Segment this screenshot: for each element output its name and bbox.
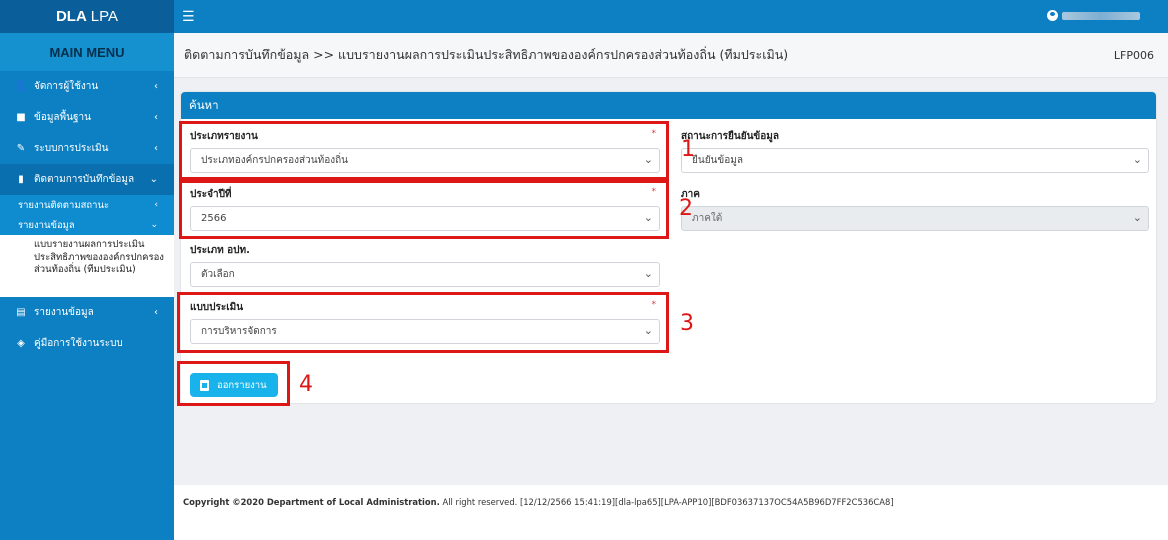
hamburger-icon[interactable]: ☰ bbox=[182, 9, 195, 25]
sidebar: DLA LPA MAIN MENU 👤 จัดการผู้ใช้งาน ‹ ■ … bbox=[0, 0, 174, 540]
sidebar-item-label: ข้อมูลพื้นฐาน bbox=[34, 112, 91, 123]
chevron-left-icon: ‹ bbox=[154, 112, 158, 123]
lao-type-value: ตัวเลือก bbox=[201, 269, 235, 280]
annotation-box-1 bbox=[179, 121, 669, 180]
headset-icon: ◈ bbox=[17, 338, 25, 349]
sidebar-nav: 👤 จัดการผู้ใช้งาน ‹ ■ ข้อมูลพื้นฐาน ‹ ✎ … bbox=[0, 71, 174, 195]
page-code: LFP006 bbox=[1113, 48, 1154, 62]
chevron-left-icon: ‹ bbox=[154, 143, 158, 154]
main-menu-title: MAIN MENU bbox=[0, 33, 174, 71]
search-card-title: ค้นหา bbox=[181, 92, 1156, 119]
sidebar-item-assessment-system[interactable]: ✎ ระบบการประเมิน ‹ bbox=[0, 133, 174, 164]
sidebar-item-manual[interactable]: ◈ คู่มือการใช้งานระบบ bbox=[0, 328, 174, 359]
chevron-down-icon: ⌄ bbox=[1132, 153, 1142, 166]
sidebar-subitem-label: รายงานติดตามสถานะ bbox=[18, 199, 110, 211]
chevron-down-icon: ⌄ bbox=[150, 220, 158, 230]
sidebar-item-data-report[interactable]: ▤ รายงานข้อมูล ‹ bbox=[0, 297, 174, 328]
annotation-number-1: 1 bbox=[681, 137, 695, 162]
lao-type-field: ประเภท อปท. ตัวเลือก ⌄ bbox=[190, 243, 660, 287]
footer: Copyright ©2020 Department of Local Admi… bbox=[174, 485, 1168, 540]
region-value: ภาคใต้ bbox=[692, 213, 723, 224]
brand-bold: DLA bbox=[55, 8, 87, 25]
sidebar-item-label: รายงานข้อมูล bbox=[34, 307, 94, 318]
annotation-box-3 bbox=[177, 292, 669, 353]
sidebar-subitem-label: รายงานข้อมูล bbox=[18, 219, 75, 231]
footer-details: All right reserved. [12/12/2566 15:41:19… bbox=[439, 497, 894, 507]
annotation-box-2 bbox=[179, 180, 669, 239]
region-label: ภาค bbox=[681, 189, 700, 200]
sidebar-item-user-management[interactable]: 👤 จัดการผู้ใช้งาน ‹ bbox=[0, 71, 174, 102]
page-header: ติดตามการบันทึกข้อมูล >> แบบรายงานผลการป… bbox=[174, 33, 1168, 78]
region-select: ภาคใต้ ⌄ bbox=[681, 206, 1149, 231]
confirm-status-label: สถานะการยืนยันข้อมูล bbox=[681, 131, 779, 142]
annotation-number-3: 3 bbox=[680, 311, 694, 336]
lao-type-label: ประเภท อปท. bbox=[190, 245, 250, 256]
chevron-left-icon: ‹ bbox=[154, 200, 158, 210]
sidebar-nav-bottom: ▤ รายงานข้อมูล ‹ ◈ คู่มือการใช้งานระบบ bbox=[0, 297, 174, 359]
user-circle-icon bbox=[1047, 10, 1058, 21]
confirm-status-value: ยืนยันข้อมูล bbox=[692, 155, 743, 166]
sidebar-item-basic-data[interactable]: ■ ข้อมูลพื้นฐาน ‹ bbox=[0, 102, 174, 133]
sidebar-submenu: รายงานติดตามสถานะ ‹ รายงานข้อมูล ⌄ แบบรา… bbox=[0, 195, 174, 297]
region-field: ภาค ภาคใต้ ⌄ bbox=[681, 187, 1149, 231]
sidebar-subitem-data-report[interactable]: รายงานข้อมูล ⌄ bbox=[0, 215, 174, 235]
breadcrumb: ติดตามการบันทึกข้อมูล >> แบบรายงานผลการป… bbox=[184, 47, 789, 62]
user-name-redacted bbox=[1062, 11, 1140, 20]
chevron-down-icon: ⌄ bbox=[149, 174, 158, 185]
chevron-left-icon: ‹ bbox=[154, 81, 158, 92]
annotation-number-2: 2 bbox=[679, 196, 693, 221]
sidebar-subitem-status-report[interactable]: รายงานติดตามสถานะ ‹ bbox=[0, 195, 174, 215]
brand-logo[interactable]: DLA LPA bbox=[0, 0, 174, 33]
sidebar-item-label: จัดการผู้ใช้งาน bbox=[34, 81, 99, 92]
annotation-box-4 bbox=[177, 361, 290, 406]
file-icon: ▮ bbox=[18, 174, 24, 185]
confirm-status-field: สถานะการยืนยันข้อมูล ยืนยันข้อมูล ⌄ bbox=[681, 129, 1149, 173]
lao-type-select[interactable]: ตัวเลือก ⌄ bbox=[190, 262, 660, 287]
topbar: ☰ bbox=[174, 0, 1168, 33]
sidebar-item-label: ระบบการประเมิน bbox=[34, 143, 109, 154]
confirm-status-select[interactable]: ยืนยันข้อมูล ⌄ bbox=[681, 148, 1149, 173]
chart-icon: ▤ bbox=[16, 307, 26, 318]
chevron-left-icon: ‹ bbox=[154, 307, 158, 318]
chevron-down-icon: ⌄ bbox=[1132, 211, 1142, 224]
sidebar-item-label: คู่มือการใช้งานระบบ bbox=[34, 338, 123, 349]
brand-light: LPA bbox=[90, 8, 119, 25]
info-icon: ■ bbox=[16, 112, 26, 123]
annotation-number-4: 4 bbox=[299, 372, 313, 397]
user-menu[interactable] bbox=[1047, 10, 1140, 21]
sidebar-item-tracking[interactable]: ▮ ติดตามการบันทึกข้อมูล ⌄ bbox=[0, 164, 174, 195]
sidebar-subleaf-assessment-report[interactable]: แบบรายงานผลการประเมินประสิทธิภาพขององค์ก… bbox=[0, 235, 174, 297]
chevron-down-icon: ⌄ bbox=[643, 267, 653, 280]
footer-copyright: Copyright ©2020 Department of Local Admi… bbox=[183, 497, 440, 507]
document-icon: ✎ bbox=[16, 143, 26, 154]
sidebar-item-label: ติดตามการบันทึกข้อมูล bbox=[34, 174, 135, 185]
user-icon: 👤 bbox=[14, 81, 28, 92]
